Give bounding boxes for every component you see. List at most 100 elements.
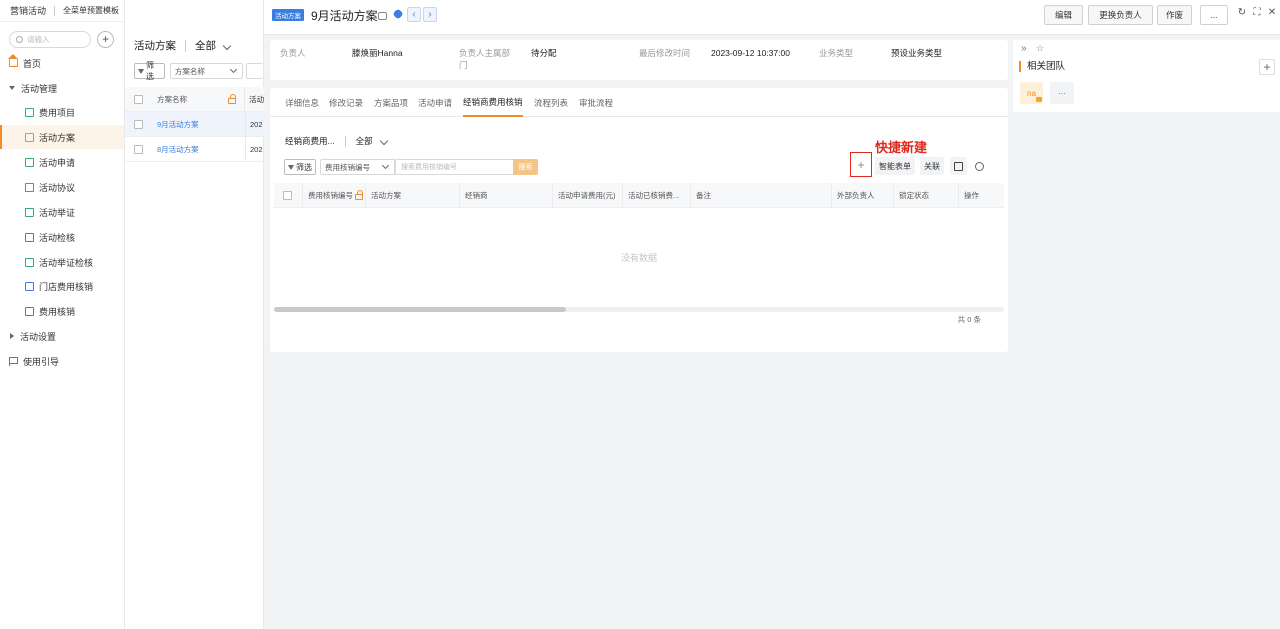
caret-down-icon (9, 86, 15, 90)
nav-label: 活动方案 (39, 132, 76, 143)
nav-group-activity-settings[interactable]: 活动设置 (0, 324, 124, 348)
tab-change-log[interactable]: 修改记录 (329, 88, 363, 117)
field-select-value: 费用核销编号 (325, 162, 370, 172)
nav-expense-writeoff[interactable]: 费用核销 (0, 299, 124, 323)
scrollbar-thumb[interactable] (274, 307, 566, 312)
filter-button[interactable]: 筛选 (284, 159, 316, 175)
nav-activity-application[interactable]: 活动申请 (0, 150, 124, 174)
list-scope-dropdown[interactable]: 全部 (195, 38, 232, 53)
column-header[interactable]: 经销商 (460, 183, 553, 207)
list-header: 活动方案 全部 (134, 38, 232, 53)
settings-icon[interactable] (975, 162, 984, 171)
column-header[interactable]: 方案名称 (157, 94, 228, 105)
filter-button[interactable]: 筛选 (134, 61, 165, 81)
nav-label: 首页 (23, 58, 42, 69)
team-member-avatar[interactable]: na (1020, 82, 1043, 104)
nav-home[interactable]: 首页 (0, 51, 124, 75)
add-menu-button[interactable]: + (97, 30, 114, 48)
app-name[interactable]: 营销活动 (10, 4, 46, 17)
column-header[interactable]: 锁定状态 (894, 183, 959, 207)
collapse-panel-icon[interactable]: » (1021, 43, 1027, 54)
tab-approval-flow[interactable]: 审批流程 (579, 88, 613, 117)
select-all-checkbox[interactable] (134, 94, 143, 104)
search-button[interactable]: 搜索 (513, 159, 538, 175)
horizontal-scrollbar[interactable] (274, 307, 1004, 312)
more-actions-button[interactable]: ... (1200, 5, 1228, 25)
related-team-panel: » ☆ 相关团队 + na ··· (1013, 40, 1280, 112)
dept-value: 待分配 (531, 48, 557, 58)
tab-process-list[interactable]: 流程列表 (534, 88, 568, 117)
select-all-checkbox[interactable] (283, 190, 292, 200)
refresh-icon[interactable]: ↻ (1237, 8, 1247, 18)
proof-icon (25, 207, 34, 217)
nav-label: 活动设置 (20, 331, 57, 342)
chevron-down-icon (222, 41, 232, 51)
void-button[interactable]: 作废 (1157, 5, 1192, 25)
tag-icon[interactable] (392, 8, 404, 20)
table-row[interactable]: 8月活动方案 202 (125, 137, 264, 162)
column-header[interactable]: 活动 (244, 87, 264, 111)
add-team-member-button[interactable]: + (1259, 59, 1275, 75)
previous-record-button[interactable]: ‹ (407, 7, 421, 22)
nav-activity-inspection[interactable]: 活动检核 (0, 225, 124, 249)
smart-form-button[interactable]: 智能表单 (875, 157, 915, 175)
row-checkbox[interactable] (134, 144, 143, 154)
row-checkbox[interactable] (134, 119, 143, 129)
change-owner-button[interactable]: 更换负责人 (1088, 5, 1153, 25)
app-sidebar: 营销活动 全菜单预置模板 请输入 + 首页 活动管理 费用项目 活动方案 活动申… (0, 0, 125, 629)
column-header[interactable]: 费用核销编号 (303, 183, 366, 207)
team-section-title: 相关团队 (1019, 61, 1065, 72)
nav-activity-proof[interactable]: 活动举证 (0, 200, 124, 224)
column-header[interactable]: 活动已核销费... (623, 183, 691, 207)
table-cell: 202 (245, 112, 263, 136)
table-row[interactable]: 9月活动方案 202 (125, 112, 264, 137)
nav-label: 费用项目 (39, 107, 76, 118)
record-link[interactable]: 9月活动方案 (157, 119, 229, 130)
tab-activity-application[interactable]: 活动申请 (418, 88, 452, 117)
expand-table-button[interactable] (950, 157, 967, 175)
nav-user-guide[interactable]: 使用引导 (0, 349, 124, 373)
next-record-button[interactable]: › (423, 7, 437, 22)
column-header[interactable]: 外部负责人 (832, 183, 894, 207)
nav-activity-plan[interactable]: 活动方案 (0, 125, 124, 149)
owner-value[interactable]: 滕焕丽Hanna (352, 47, 403, 59)
sidebar-search-input[interactable]: 请输入 (9, 30, 92, 48)
column-header[interactable]: 活动申请费用(元) (553, 183, 623, 207)
close-icon[interactable]: ✕ (1267, 8, 1277, 18)
list-search-input[interactable] (245, 63, 263, 79)
related-search-input[interactable]: 搜索费用核销编号 (395, 159, 513, 175)
nav-expense-items[interactable]: 费用项目 (0, 100, 124, 124)
nav-proof-inspection[interactable]: 活动举证检核 (0, 250, 124, 274)
template-name[interactable]: 全菜单预置模板 (63, 5, 119, 16)
summary-card: 负责人 滕焕丽Hanna 负责人主属部门 待分配 最后修改时间 2023-09-… (270, 40, 1008, 80)
funnel-icon (288, 164, 294, 170)
object-type-tag: 活动方案 (272, 9, 304, 21)
related-table: 费用核销编号 活动方案 经销商 活动申请费用(元) 活动已核销费... 备注 外… (274, 183, 1004, 208)
pin-icon[interactable]: ☆ (1036, 43, 1044, 54)
edit-button[interactable]: 编辑 (1044, 5, 1083, 25)
tab-dealer-expense-writeoff[interactable]: 经销商费用核销 (463, 88, 523, 117)
more-members-button[interactable]: ··· (1050, 82, 1074, 104)
tab-plan-items[interactable]: 方案品项 (374, 88, 408, 117)
nav-group-activity-management[interactable]: 活动管理 (0, 76, 124, 100)
fullscreen-icon[interactable]: ⛶ (1252, 8, 1262, 18)
nav-label: 活动检核 (39, 232, 76, 243)
nav-store-expense-writeoff[interactable]: 门店费用核销 (0, 274, 124, 298)
tab-details[interactable]: 详细信息 (285, 88, 319, 117)
quick-create-label: 快捷新建 (875, 140, 928, 155)
nav-activity-agreement[interactable]: 活动协议 (0, 175, 124, 199)
related-field-select[interactable]: 费用核销编号 (320, 159, 395, 175)
quick-create-button[interactable]: + (850, 152, 872, 177)
lock-icon (228, 93, 237, 104)
record-link[interactable]: 8月活动方案 (157, 144, 229, 155)
column-header[interactable]: 备注 (691, 183, 832, 207)
list-field-select[interactable]: 方案名称 (169, 63, 243, 79)
lock-icon[interactable] (378, 12, 387, 20)
related-scope-dropdown[interactable]: 全部 (356, 135, 388, 147)
column-header[interactable]: 活动方案 (366, 183, 460, 207)
dept-label-line1: 负责人主属部 (459, 48, 511, 58)
link-button[interactable]: 关联 (920, 157, 944, 175)
nav-label: 门店费用核销 (39, 281, 94, 292)
column-header[interactable]: 操作 (959, 183, 1004, 207)
biz-type-label: 业务类型 (819, 48, 854, 58)
